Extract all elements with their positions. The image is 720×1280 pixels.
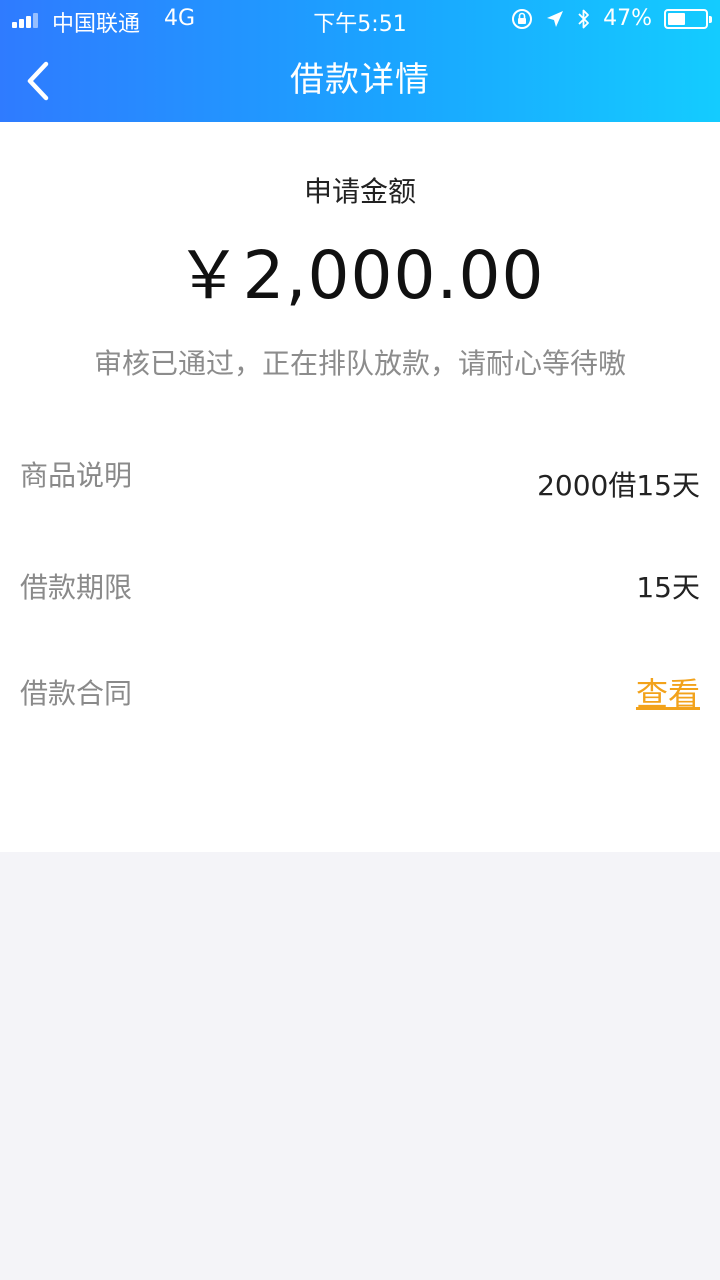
app-header: 中国联通 4G 下午5:51 47% 借款详情 [0,0,720,122]
detail-label-product: 商品说明 [20,459,133,492]
bluetooth-icon [577,8,591,30]
amount-label: 申请金额 [303,175,416,208]
battery-icon [664,8,712,29]
page-title: 借款详情 [290,60,430,100]
status-bar: 中国联通 4G 下午5:51 47% [0,0,720,40]
loan-amount: ￥2,000.00 [175,237,545,314]
detail-row-term: 借款期限 15天 [20,568,700,608]
detail-value-term: 15天 [636,571,700,604]
detail-value-product: 2000借15天 [537,469,700,502]
battery-level-fill [668,12,685,25]
orientation-lock-icon [511,8,533,30]
detail-row-product: 商品说明 2000借15天 [20,456,700,502]
detail-label-term: 借款期限 [20,571,133,604]
detail-row-contract: 借款合同 查看 [20,674,700,714]
back-button[interactable] [22,58,58,104]
detail-label-contract: 借款合同 [20,677,133,710]
loan-detail-card: 申请金额 ￥2,000.00 审核已通过，正在排队放款，请耐心等待嗷 商品说明 … [0,122,720,852]
view-contract-link[interactable]: 查看 [636,674,700,714]
location-arrow-icon [545,9,565,29]
loan-status-message: 审核已通过，正在排队放款，请耐心等待嗷 [93,347,626,380]
navigation-bar: 借款详情 [0,40,720,122]
chevron-left-icon [27,61,49,101]
battery-percent: 47% [603,6,652,31]
status-icons: 47% [511,6,712,31]
